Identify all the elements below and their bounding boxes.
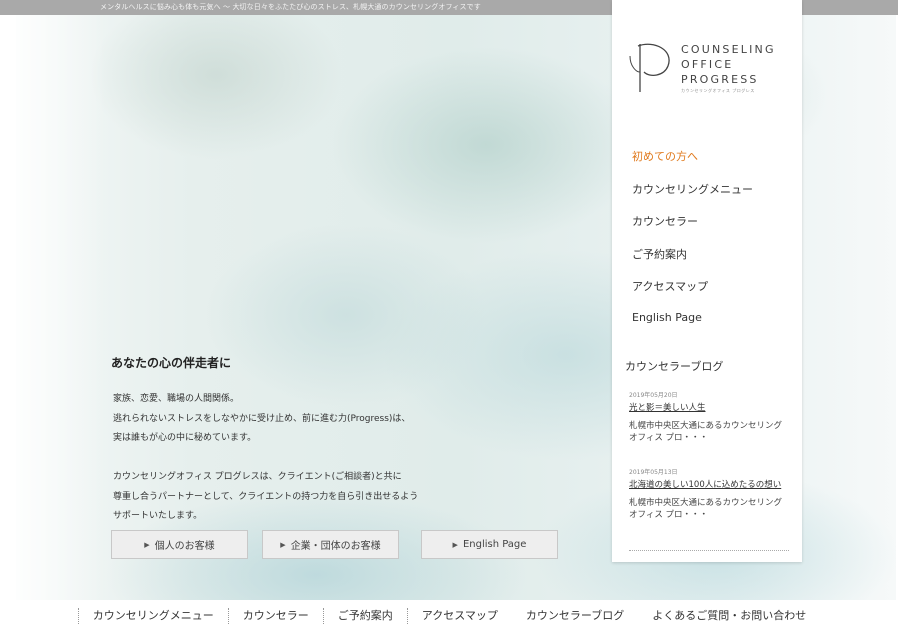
button-label: 企業・団体のお客様 — [290, 541, 381, 552]
button-label: English Page — [462, 539, 527, 550]
nav-item-counselor[interactable]: カウンセラー — [632, 213, 792, 246]
post-date: 2019年05月13日 — [629, 469, 678, 476]
footer-link-counseling-menu[interactable]: カウンセリングメニュー — [77, 608, 228, 624]
blog-post: 2019年05月13日 北海道の美しい100人に込めたるの想い 札幌市中央区大通… — [629, 467, 789, 521]
logo-line-3: PROGRESS — [681, 73, 759, 86]
intro-line — [113, 449, 433, 469]
logo-line-1: COUNSELING — [681, 43, 776, 56]
triangle-right-icon: ▶ — [452, 540, 458, 549]
logo-line-2: OFFICE — [681, 58, 734, 71]
footer-link-counselor[interactable]: カウンセラー — [227, 608, 323, 624]
button-label: 個人のお客様 — [154, 541, 215, 552]
footer-link-blog[interactable]: カウンセラーブログ — [512, 608, 638, 624]
intro-line: 尊重し合うパートナーとして、クライエントの持つ力を自ら引き出せるよう — [113, 491, 419, 502]
nav-item-english-page[interactable]: English Page — [632, 311, 792, 344]
hero-fade — [16, 15, 106, 600]
post-title-link[interactable]: 光と影＝美しい人生 — [629, 402, 789, 414]
triangle-right-icon: ▶ — [280, 540, 286, 549]
post-excerpt: 札幌市中央区大通にあるカウンセリングオフィス プロ・・・ — [629, 421, 783, 443]
nav-item-reservation[interactable]: ご予約案内 — [632, 246, 792, 279]
intro-line: サポートいたします。 — [113, 511, 203, 521]
footer-link-access-map[interactable]: アクセスマップ — [406, 608, 512, 624]
nav-item-access-map[interactable]: アクセスマップ — [632, 278, 792, 311]
blog-post: 2019年05月20日 光と影＝美しい人生 札幌市中央区大通にあるカウンセリング… — [629, 390, 789, 444]
corporate-customers-button[interactable]: ▶ 企業・団体のお客様 — [262, 530, 399, 559]
logo-subtitle: カウンセリングオフィス プログレス — [681, 88, 755, 93]
nav-item-counseling-menu[interactable]: カウンセリングメニュー — [632, 181, 792, 214]
sidebar: COUNSELING OFFICE PROGRESS カウンセリングオフィス プ… — [612, 0, 802, 562]
post-title-link[interactable]: 北海道の美しい100人に込めたるの想い — [629, 479, 789, 491]
intro-line: カウンセリングオフィス プログレスは、クライエント(ご相談者)と共に — [113, 472, 402, 482]
footer-nav: カウンセリングメニュー カウンセラー ご予約案内 アクセスマップ カウンセラーブ… — [0, 608, 898, 628]
english-page-button[interactable]: ▶ English Page — [421, 530, 558, 559]
footer-link-reservation[interactable]: ご予約案内 — [322, 608, 407, 624]
intro-line: 家族、恋愛、職場の人間関係。 — [113, 394, 240, 404]
intro-line: 逃れられないストレスをしなやかに受け止め、前に進む力(Progress)は、 — [113, 413, 411, 424]
hero-catchphrase: あなたの心の伴走者に — [111, 356, 232, 370]
post-date: 2019年05月20日 — [629, 392, 678, 399]
individual-customers-button[interactable]: ▶ 個人のお客様 — [111, 530, 248, 559]
nav-item-first-visit[interactable]: 初めての方へ — [632, 148, 792, 181]
intro-line: 実は誰もが心の中に秘めています。 — [113, 433, 257, 443]
logo-mark-icon — [629, 43, 670, 92]
hero-intro: 家族、恋愛、職場の人間関係。 逃れられないストレスをしなやかに受け止め、前に進む… — [113, 390, 433, 527]
triangle-right-icon: ▶ — [144, 540, 150, 549]
post-excerpt: 札幌市中央区大通にあるカウンセリングオフィス プロ・・・ — [629, 498, 783, 520]
site-tagline: メンタルヘルスに悩み心も体も元気へ ～ 大切な日々をふたたび心のストレス、札幌大… — [100, 3, 481, 11]
blog-heading: カウンセラーブログ — [625, 360, 724, 373]
divider — [629, 550, 789, 551]
footer-link-faq-contact[interactable]: よくあるご質問・お問い合わせ — [638, 608, 820, 624]
main-nav: 初めての方へ カウンセリングメニュー カウンセラー ご予約案内 アクセスマップ … — [632, 148, 792, 343]
site-logo[interactable]: COUNSELING OFFICE PROGRESS カウンセリングオフィス プ… — [628, 38, 788, 98]
